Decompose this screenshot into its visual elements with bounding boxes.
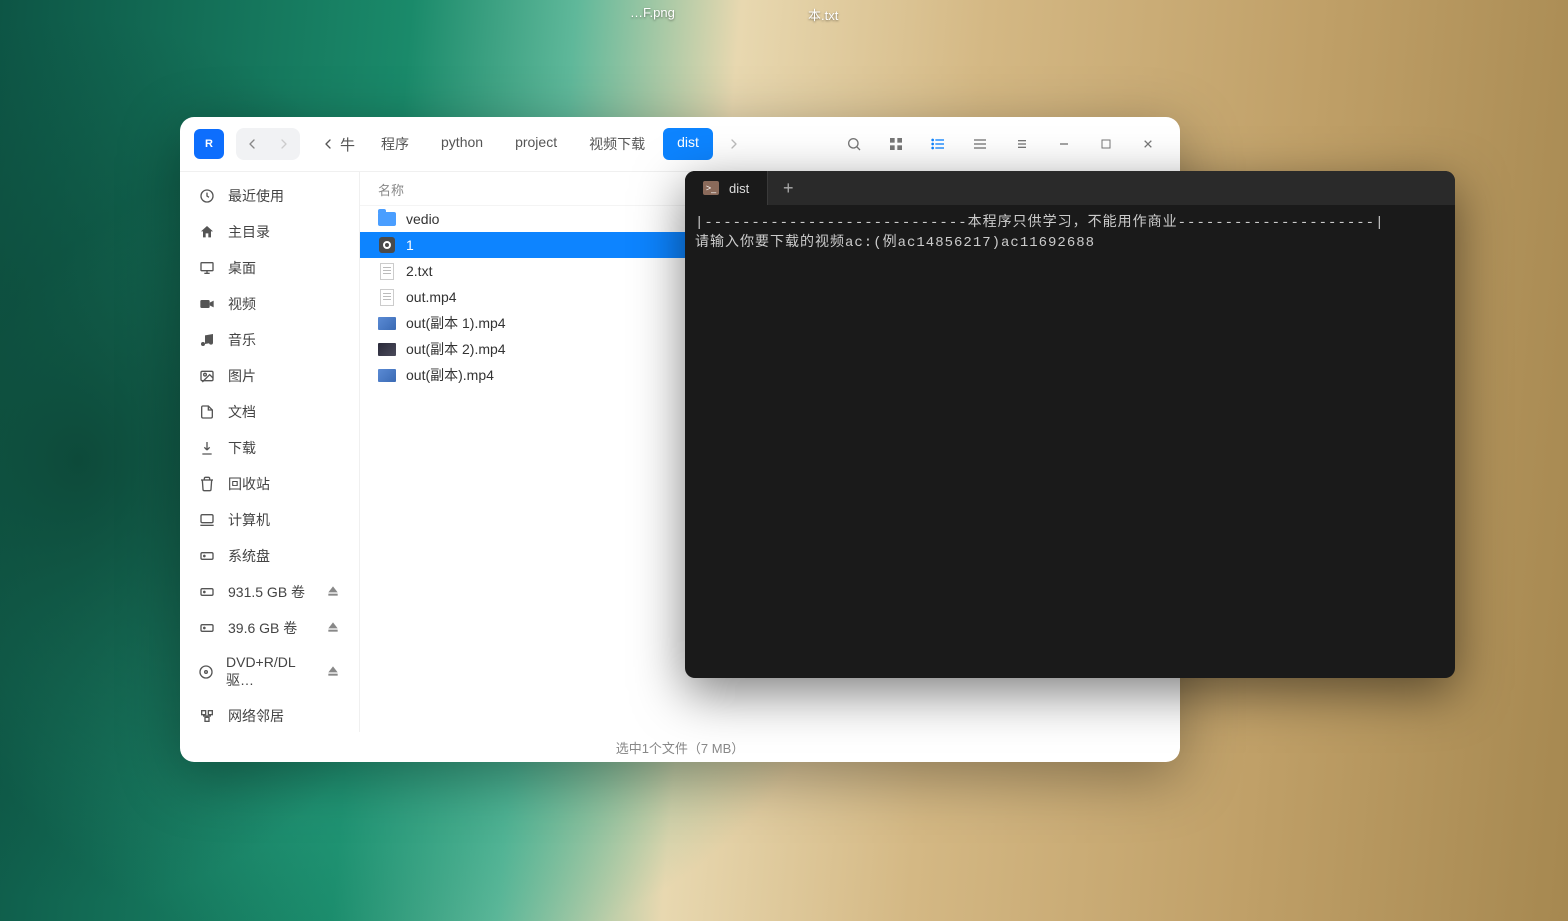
breadcrumb-item[interactable]: dist (663, 128, 713, 160)
eject-icon[interactable] (325, 663, 341, 682)
nav-back-forward (236, 128, 300, 160)
sidebar-item[interactable]: 系统盘 (180, 538, 359, 574)
terminal-body[interactable]: |----------------------------本程序只供学习，不能用… (685, 205, 1455, 678)
view-detail-button[interactable] (962, 128, 998, 160)
sidebar-item-label: DVD+R/DL 驱… (226, 654, 313, 690)
eject-icon[interactable] (325, 583, 341, 602)
desktop-file-txt[interactable]: 本.txt (808, 5, 838, 24)
sidebar-item[interactable]: 39.6 GB 卷 (180, 610, 359, 646)
video-icon (198, 296, 216, 312)
breadcrumb-root[interactable]: 牛 (312, 134, 363, 155)
file-icon (378, 366, 396, 384)
view-grid-button[interactable] (878, 128, 914, 160)
maximize-button[interactable] (1088, 128, 1124, 160)
nav-back-button[interactable] (236, 128, 268, 160)
file-name: out(副本 2).mp4 (406, 339, 506, 359)
close-button[interactable] (1130, 128, 1166, 160)
doc-icon (198, 404, 216, 420)
sidebar-item-label: 931.5 GB 卷 (228, 582, 305, 602)
file-icon (378, 288, 396, 306)
file-icon (378, 236, 396, 254)
col-name[interactable]: 名称 (378, 180, 404, 199)
breadcrumb: 牛 程序pythonproject视频下载dist (312, 128, 713, 160)
breadcrumb-item[interactable]: python (427, 128, 497, 160)
clock-icon (198, 188, 216, 204)
breadcrumb-item[interactable]: project (501, 128, 571, 160)
menu-button[interactable] (1004, 128, 1040, 160)
terminal-icon: >_ (703, 181, 719, 195)
sidebar-item-label: 系统盘 (228, 546, 270, 566)
breadcrumb-item[interactable]: 程序 (367, 128, 423, 160)
status-bar: 选中1个文件（7 MB） (180, 732, 1180, 762)
sidebar-item[interactable]: 图片 (180, 358, 359, 394)
sidebar-item-label: 桌面 (228, 258, 256, 278)
sidebar-item-label: 最近使用 (228, 186, 284, 206)
sidebar-item[interactable]: 桌面 (180, 250, 359, 286)
file-name: 1 (406, 237, 414, 253)
nav-forward-button[interactable] (268, 128, 300, 160)
computer-icon (198, 512, 216, 528)
sidebar-item[interactable]: 视频 (180, 286, 359, 322)
sidebar-item[interactable]: 计算机 (180, 502, 359, 538)
network-icon (198, 708, 216, 724)
terminal-tabbar: >_ dist + (685, 171, 1455, 205)
file-icon (378, 262, 396, 280)
desktop-file-png[interactable]: …F.png (630, 5, 675, 20)
search-button[interactable] (836, 128, 872, 160)
download-icon (198, 440, 216, 456)
image-icon (198, 368, 216, 384)
disk-icon (198, 620, 216, 636)
sidebar-item-label: 主目录 (228, 222, 270, 242)
sidebar-item[interactable]: 931.5 GB 卷 (180, 574, 359, 610)
terminal-window: >_ dist + |----------------------------本… (685, 171, 1455, 678)
sidebar-item-label: 图片 (228, 366, 256, 386)
breadcrumb-forward[interactable] (719, 136, 749, 152)
file-icon (378, 210, 396, 228)
disk-icon (198, 584, 216, 600)
disc-icon (198, 664, 214, 680)
disk-icon (198, 548, 216, 564)
sidebar-item[interactable]: 主目录 (180, 214, 359, 250)
file-name: out(副本).mp4 (406, 365, 494, 385)
desktop-icon (198, 260, 216, 276)
sidebar-item-label: 网络邻居 (228, 706, 284, 726)
sidebar-item[interactable]: 回收站 (180, 466, 359, 502)
sidebar-item[interactable]: 文档 (180, 394, 359, 430)
sidebar-item-label: 回收站 (228, 474, 270, 494)
sidebar-item-label: 文档 (228, 402, 256, 422)
terminal-tab-title: dist (729, 181, 749, 196)
sidebar-item[interactable]: 音乐 (180, 322, 359, 358)
sidebar-item-label: 音乐 (228, 330, 256, 350)
music-icon (198, 332, 216, 348)
file-name: 2.txt (406, 263, 432, 279)
sidebar-item-label: 计算机 (228, 510, 270, 530)
sidebar: 最近使用主目录桌面视频音乐图片文档下载回收站计算机系统盘 931.5 GB 卷 39… (180, 172, 360, 732)
sidebar-item[interactable]: 下载 (180, 430, 359, 466)
home-icon (198, 224, 216, 240)
sidebar-item[interactable]: 网络邻居 (180, 698, 359, 732)
trash-icon (198, 476, 216, 492)
breadcrumb-item[interactable]: 视频下载 (575, 128, 659, 160)
sidebar-item[interactable]: DVD+R/DL 驱… (180, 646, 359, 698)
toolbar: R 牛 程序pythonproject视频下载dist (180, 117, 1180, 172)
sidebar-item[interactable]: 最近使用 (180, 178, 359, 214)
file-name: out(副本 1).mp4 (406, 313, 506, 333)
sidebar-item-label: 39.6 GB 卷 (228, 618, 297, 638)
file-icon (378, 340, 396, 358)
app-logo[interactable]: R (194, 129, 224, 159)
file-name: vedio (406, 211, 439, 227)
terminal-new-tab[interactable]: + (768, 171, 808, 205)
sidebar-item-label: 下载 (228, 438, 256, 458)
file-name: out.mp4 (406, 289, 457, 305)
sidebar-item-label: 视频 (228, 294, 256, 314)
view-list-button[interactable] (920, 128, 956, 160)
eject-icon[interactable] (325, 619, 341, 638)
minimize-button[interactable] (1046, 128, 1082, 160)
terminal-tab[interactable]: >_ dist (685, 171, 768, 205)
file-icon (378, 314, 396, 332)
